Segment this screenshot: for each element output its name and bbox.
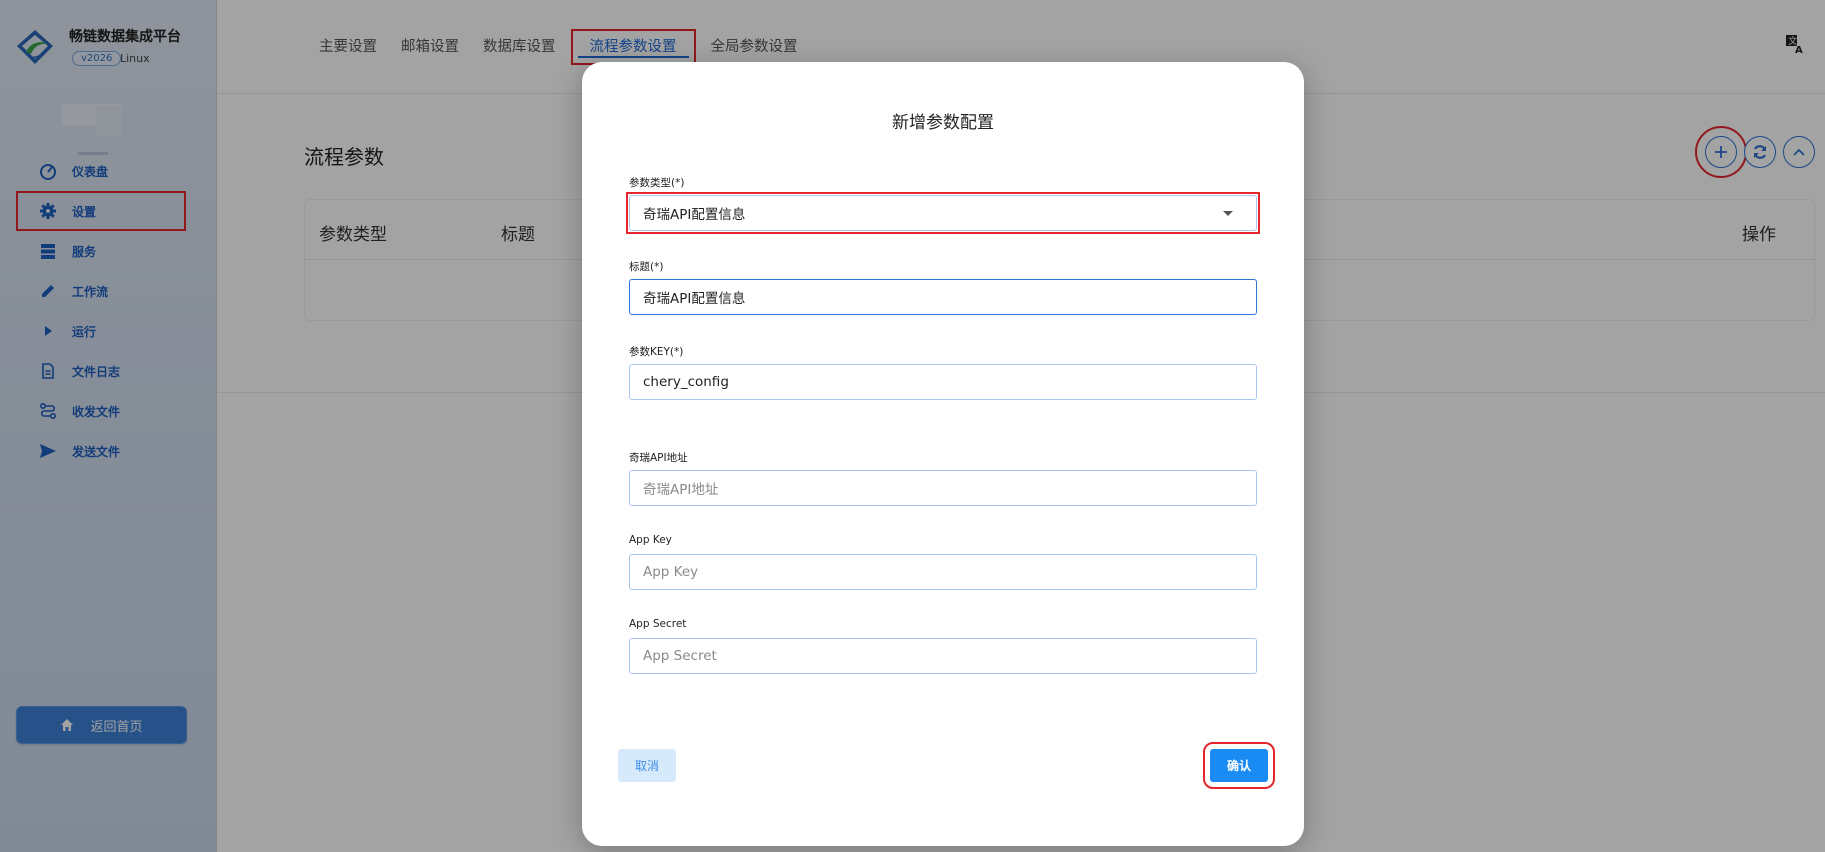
app-secret-field: App Secret App Secret xyxy=(629,618,1257,674)
param-type-select[interactable]: 奇瑞API配置信息 xyxy=(629,195,1257,231)
dialog-title: 新增参数配置 xyxy=(892,113,994,133)
app-key-field: App Key App Key xyxy=(629,534,1257,590)
caret-down-icon xyxy=(1223,210,1233,216)
app-key-label: App Key xyxy=(629,534,672,546)
title-field: 标题(*) 奇瑞API配置信息 xyxy=(629,259,1257,315)
param-key-label: 参数KEY(*) xyxy=(629,346,684,358)
title-label: 标题(*) xyxy=(629,261,664,273)
param-type-value: 奇瑞API配置信息 xyxy=(643,207,746,223)
confirm-button[interactable]: 确认 xyxy=(1203,742,1275,789)
app-secret-label: App Secret xyxy=(629,618,687,630)
api-url-field: 奇瑞API地址 奇瑞API地址 xyxy=(629,450,1257,506)
title-input[interactable]: 奇瑞API配置信息 xyxy=(629,279,1257,315)
param-type-field: 参数类型(*) 奇瑞API配置信息 xyxy=(626,175,1260,234)
param-type-label: 参数类型(*) xyxy=(629,177,685,189)
param-key-field: 参数KEY(*) chery_config xyxy=(629,344,1257,400)
param-key-input[interactable]: chery_config xyxy=(629,364,1257,400)
cancel-button[interactable]: 取消 xyxy=(618,749,676,782)
app-secret-input[interactable]: App Secret xyxy=(629,638,1257,674)
api-url-label: 奇瑞API地址 xyxy=(629,452,688,464)
api-url-input[interactable]: 奇瑞API地址 xyxy=(629,470,1257,506)
app-key-input[interactable]: App Key xyxy=(629,554,1257,590)
add-param-dialog: 新增参数配置 参数类型(*) 奇瑞API配置信息 标题(*) 奇瑞API配置信息… xyxy=(582,62,1304,846)
